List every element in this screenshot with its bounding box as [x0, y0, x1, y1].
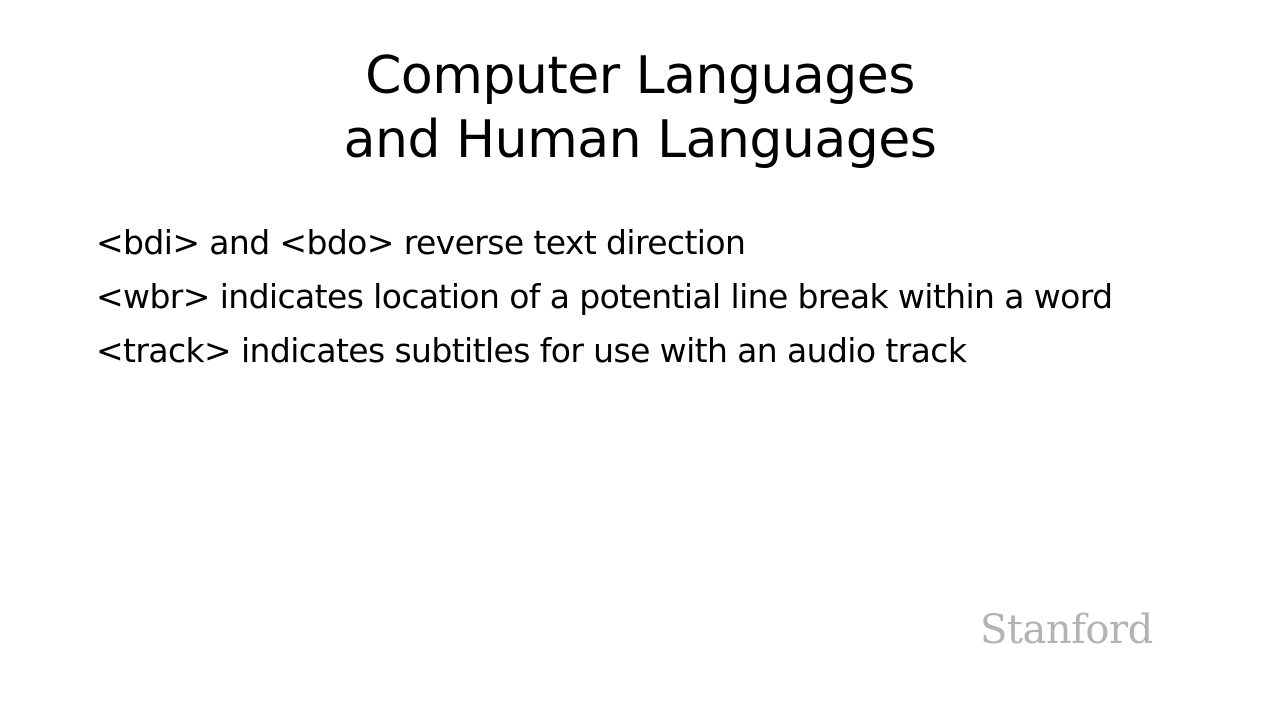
stanford-logo: Stanford [980, 607, 1153, 653]
slide: Computer Languages and Human Languages <… [0, 0, 1280, 720]
bullet-item-bdi-bdo: <bdi> and <bdo> reverse text direction [96, 223, 746, 262]
bullet-item-track: <track> indicates subtitles for use with… [96, 331, 967, 370]
bullet-list: <bdi> and <bdo> reverse text direction <… [96, 216, 1216, 378]
slide-title-line-1: Computer Languages [365, 46, 915, 106]
slide-title: Computer Languages and Human Languages [0, 44, 1280, 172]
slide-title-line-2: and Human Languages [343, 110, 937, 170]
bullet-item-wbr: <wbr> indicates location of a potential … [96, 277, 1113, 316]
